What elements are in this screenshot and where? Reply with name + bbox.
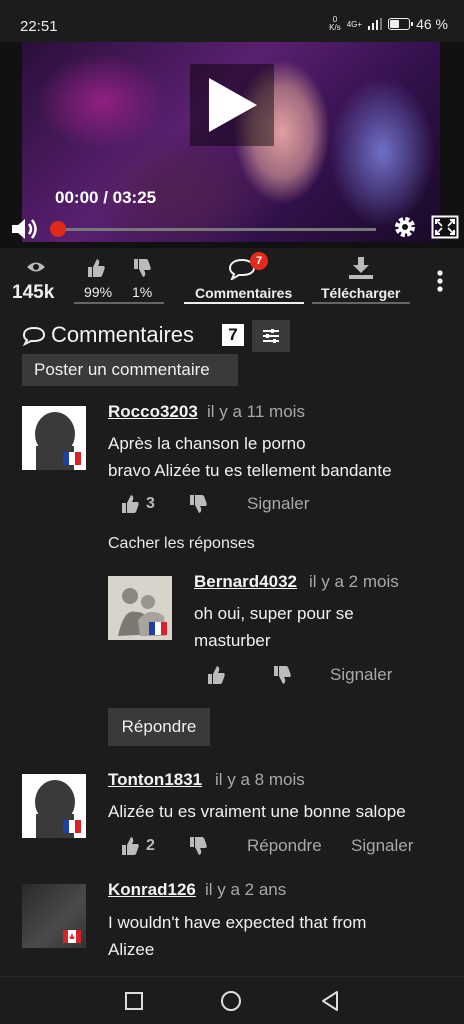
dislike-button[interactable] bbox=[272, 665, 292, 685]
like-button[interactable]: 99% bbox=[74, 252, 114, 304]
more-options-icon[interactable] bbox=[436, 270, 444, 292]
dislikes-percent: 1% bbox=[132, 284, 153, 300]
like-button[interactable]: 2 bbox=[120, 836, 155, 856]
progress-bar[interactable] bbox=[56, 228, 376, 231]
status-time: 22:51 bbox=[20, 18, 58, 35]
thumbs-down-icon bbox=[190, 837, 207, 855]
flag-france-icon bbox=[63, 820, 81, 833]
comment-time: il y a 2 ans bbox=[205, 880, 287, 899]
flag-france-icon bbox=[149, 622, 167, 635]
download-icon bbox=[349, 257, 373, 279]
hide-replies-link[interactable]: Cacher les réponses bbox=[108, 535, 255, 553]
flag-france-icon bbox=[63, 452, 81, 465]
download-tab-underline bbox=[312, 302, 410, 304]
comment-username[interactable]: Bernard4032 bbox=[194, 572, 297, 592]
comment-username[interactable]: Tonton1831 bbox=[108, 770, 202, 790]
comments-title: Commentaires bbox=[51, 322, 195, 347]
comment-icon bbox=[22, 326, 46, 346]
views-count: 145k bbox=[12, 282, 55, 303]
play-button[interactable] bbox=[190, 64, 274, 146]
speed-unit: K/s bbox=[329, 23, 341, 32]
recents-icon[interactable] bbox=[124, 991, 144, 1011]
home-icon[interactable] bbox=[220, 990, 242, 1012]
comment-time: il y a 8 mois bbox=[215, 770, 305, 789]
sliders-icon bbox=[263, 329, 279, 343]
comment-line: Alizee bbox=[108, 940, 155, 959]
filter-button[interactable] bbox=[252, 320, 290, 352]
comment-text: I wouldn't have expected that from Alize… bbox=[108, 909, 366, 963]
battery-level: 46 % bbox=[416, 16, 448, 32]
comments-badge: 7 bbox=[250, 252, 268, 270]
thumbs-down-icon bbox=[274, 666, 291, 684]
comment-line: masturber bbox=[194, 631, 271, 650]
comments-count: 7 bbox=[222, 324, 244, 346]
report-link[interactable]: Signaler bbox=[351, 836, 413, 856]
avatar[interactable] bbox=[22, 774, 86, 838]
tab-comments[interactable]: 7 Commentaires bbox=[184, 252, 304, 306]
comment-line: bravo Alizée tu es tellement bandante bbox=[108, 461, 392, 480]
network-type: 4G+ bbox=[346, 19, 363, 29]
like-count: 3 bbox=[146, 495, 155, 512]
tab-download-label: Télécharger bbox=[321, 285, 401, 301]
comment-username[interactable]: Rocco3203 bbox=[108, 402, 198, 422]
comments-header: Commentaires 7 bbox=[22, 320, 442, 352]
comment-text: oh oui, super pour se masturber bbox=[194, 600, 354, 654]
like-count: 2 bbox=[146, 837, 155, 854]
thumbs-down-icon bbox=[190, 495, 207, 513]
dislike-button[interactable]: 1% bbox=[124, 252, 164, 304]
thumbs-up-icon bbox=[208, 666, 225, 684]
comment-line: Alizée tu es vraiment une bonne salope bbox=[108, 802, 406, 821]
video-player[interactable]: 00:00 / 03:25 bbox=[0, 42, 464, 248]
volume-icon[interactable] bbox=[10, 216, 40, 242]
like-button[interactable] bbox=[206, 665, 226, 685]
flag-canada-icon bbox=[63, 930, 81, 943]
report-link[interactable]: Signaler bbox=[330, 665, 392, 685]
player-controls bbox=[0, 210, 464, 246]
thumbs-up-icon bbox=[122, 837, 139, 855]
like-button[interactable]: 3 bbox=[120, 494, 155, 514]
system-navigation-bar bbox=[0, 976, 464, 1024]
tab-download[interactable]: Télécharger bbox=[312, 252, 412, 306]
dislike-button[interactable] bbox=[188, 836, 208, 856]
reply-link[interactable]: Répondre bbox=[247, 836, 322, 856]
action-bar: 145k 99% 1% 7 Commentaires Télécharger bbox=[0, 252, 464, 312]
thumbs-up-icon bbox=[122, 495, 139, 513]
report-link[interactable]: Signaler bbox=[247, 494, 309, 514]
thumbs-up-icon bbox=[88, 259, 105, 277]
avatar[interactable] bbox=[22, 406, 86, 470]
back-icon[interactable] bbox=[320, 990, 340, 1012]
time-readout: 00:00 / 03:25 bbox=[55, 188, 157, 207]
comment-text: Après la chanson le porno bravo Alizée t… bbox=[108, 430, 392, 484]
signal-icon bbox=[368, 18, 383, 30]
comment-line: oh oui, super pour se bbox=[194, 604, 354, 623]
dislike-button[interactable] bbox=[188, 494, 208, 514]
fullscreen-icon[interactable] bbox=[431, 215, 459, 239]
comment-time: il y a 11 mois bbox=[207, 402, 305, 421]
network-speed: 0 K/s bbox=[329, 16, 341, 32]
avatar[interactable] bbox=[108, 576, 172, 640]
play-icon bbox=[209, 78, 257, 132]
comments-tab-underline bbox=[184, 302, 304, 304]
status-indicators: 0 K/s 4G+ 46 % bbox=[329, 16, 448, 33]
post-comment-button[interactable]: Poster un commentaire bbox=[22, 354, 238, 386]
status-bar: 22:51 0 K/s 4G+ 46 % bbox=[0, 0, 464, 42]
comment-line: Après la chanson le porno bbox=[108, 434, 306, 453]
comment-text: Alizée tu es vraiment une bonne salope bbox=[108, 798, 406, 825]
reply-button[interactable]: Répondre bbox=[108, 708, 210, 746]
tab-comments-label: Commentaires bbox=[195, 285, 293, 301]
comment-time: il y a 2 mois bbox=[309, 572, 399, 591]
battery-icon bbox=[388, 18, 414, 30]
comment-username[interactable]: Konrad126 bbox=[108, 880, 196, 900]
progress-handle[interactable] bbox=[50, 221, 66, 237]
avatar[interactable] bbox=[22, 884, 86, 948]
thumbs-down-icon bbox=[134, 259, 151, 277]
comment-line: I wouldn't have expected that from bbox=[108, 913, 367, 932]
gear-icon[interactable] bbox=[392, 214, 418, 240]
likes-percent: 99% bbox=[84, 284, 113, 300]
eye-icon bbox=[27, 262, 45, 272]
